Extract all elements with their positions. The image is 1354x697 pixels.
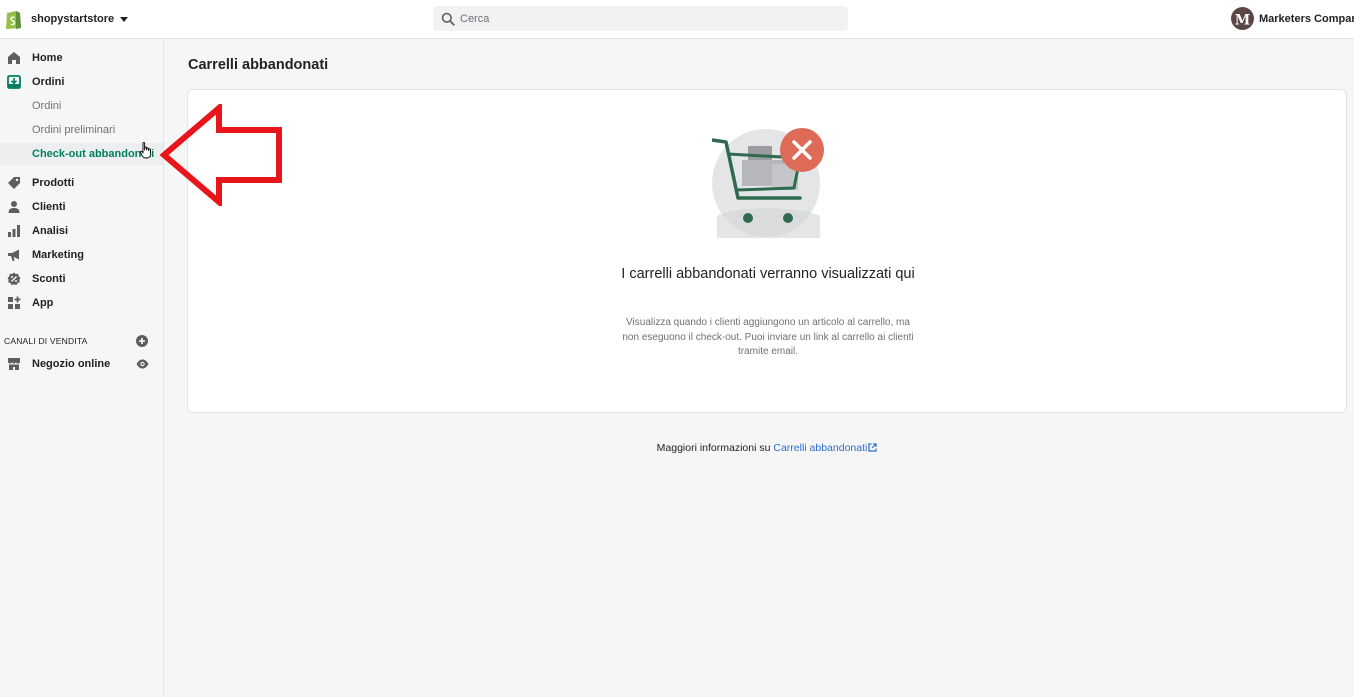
sidebar-item-label: Marketing [32, 249, 84, 261]
sidebar-item-home[interactable]: Home [0, 47, 163, 69]
red-arrow-annotation [160, 104, 282, 206]
sidebar-item-label: Negozio online [32, 358, 111, 370]
sidebar-item-label: Clienti [32, 201, 66, 213]
sidebar-subitem-label: Check-out abbandonati [32, 148, 155, 160]
external-link-icon[interactable] [868, 442, 877, 452]
sidebar-item-apps[interactable]: App [0, 292, 163, 314]
sidebar-item-label: App [32, 297, 54, 309]
avatar-initial: M [1235, 12, 1251, 26]
add-circle-icon[interactable] [136, 335, 148, 347]
shopify-logo-icon [6, 11, 21, 29]
sidebar-item-label: Analisi [32, 225, 69, 237]
store-switcher[interactable]: shopystartstore [4, 8, 129, 30]
sidebar-item-label: Prodotti [32, 177, 75, 189]
person-icon [6, 200, 21, 215]
avatar-monogram-icon: M [1235, 12, 1251, 26]
store-icon [6, 357, 21, 372]
top-bar: shopystartstore M Marketers Company [0, 0, 1354, 39]
sidebar: Home Ordini Ordini Ordini preliminari Ch… [0, 39, 164, 697]
search-input[interactable] [460, 12, 840, 25]
empty-state-card: I carrelli abbandonati verranno visualiz… [187, 89, 1347, 413]
avatar[interactable]: M [1231, 7, 1254, 30]
megaphone-icon [6, 248, 21, 263]
sidebar-item-discounts[interactable]: Sconti [0, 268, 163, 290]
sidebar-subitem-draft-orders[interactable]: Ordini preliminari [0, 119, 163, 141]
sidebar-item-products[interactable]: Prodotti [0, 172, 163, 194]
sidebar-item-label: Sconti [32, 273, 66, 285]
sidebar-item-analytics[interactable]: Analisi [0, 220, 163, 242]
sidebar-item-orders[interactable]: Ordini [0, 71, 163, 93]
discount-icon [6, 272, 21, 287]
sidebar-subitem-abandoned-checkouts[interactable]: Check-out abbandonati [0, 143, 163, 165]
empty-state-heading: I carrelli abbandonati verranno visualiz… [621, 266, 915, 282]
sidebar-item-label: Ordini [32, 76, 65, 88]
footer-help: Maggiori informazioni su Carrelli abband… [0, 442, 1354, 454]
sidebar-item-label: Home [32, 52, 63, 64]
chevron-down-icon[interactable] [120, 16, 129, 22]
abandoned-carts-link-label[interactable]: Carrelli abbandonati [773, 442, 867, 454]
page-title: Carrelli abbandonati [188, 57, 329, 73]
orders-icon [6, 75, 21, 90]
account-menu[interactable]: M Marketers Company [1231, 7, 1354, 30]
eye-icon[interactable] [136, 359, 149, 369]
account-name: Marketers Company [1259, 12, 1354, 25]
search-icon [441, 12, 455, 26]
footer-help-text: Maggiori informazioni su [656, 442, 774, 454]
hand-cursor-icon [140, 142, 151, 159]
empty-state-body: Visualizza quando i clienti aggiungono u… [622, 317, 914, 357]
sales-channels-title: CANALI DI VENDITA [4, 336, 88, 346]
sidebar-subitem-orders[interactable]: Ordini [0, 95, 163, 117]
sidebar-item-customers[interactable]: Clienti [0, 196, 163, 218]
bar-chart-icon [6, 224, 21, 239]
search-bar[interactable] [433, 6, 848, 31]
tag-icon [6, 176, 21, 191]
abandoned-carts-link[interactable]: Carrelli abbandonati [773, 442, 877, 454]
store-name[interactable]: shopystartstore [31, 13, 114, 25]
abandoned-cart-illustration [712, 128, 824, 238]
home-icon [6, 51, 21, 66]
sidebar-subitem-label: Ordini [32, 100, 62, 112]
apps-icon [6, 296, 21, 311]
sidebar-item-marketing[interactable]: Marketing [0, 244, 163, 266]
sidebar-subitem-label: Ordini preliminari [32, 124, 116, 136]
